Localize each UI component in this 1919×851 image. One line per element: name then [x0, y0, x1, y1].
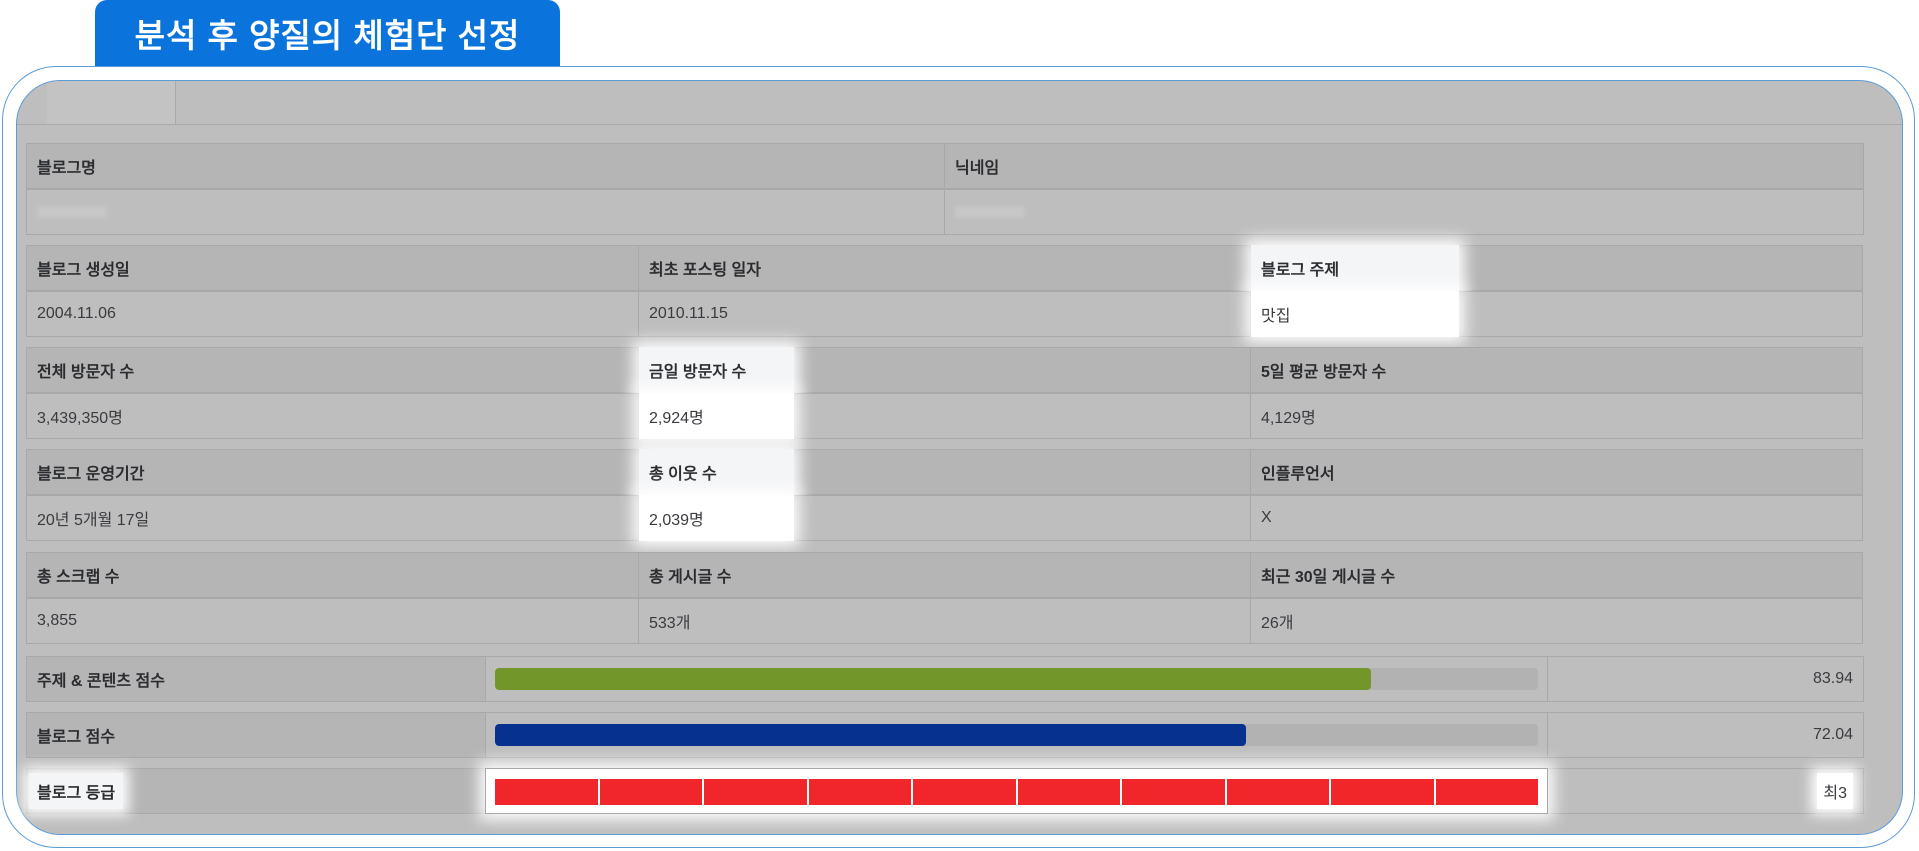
- grade-segment: [808, 779, 911, 805]
- stats-value-row: 3,439,350명 2,924명 4,129명: [26, 393, 1864, 439]
- stat-label: 총 게시글 수: [638, 552, 1251, 598]
- panel-tab[interactable]: [47, 81, 176, 124]
- stats-value-row: 2004.11.06 2010.11.15 맛집: [26, 291, 1864, 337]
- score-bar-cell: [485, 712, 1548, 758]
- blog-score-bar: [495, 724, 1246, 746]
- grade-segment: [1226, 779, 1329, 805]
- stat-label: 총 스크랩 수: [26, 552, 639, 598]
- grade-segment: [1122, 779, 1225, 805]
- stat-value-total-neighbors: 2,039명: [638, 495, 1251, 541]
- stat-value: X: [1250, 495, 1863, 541]
- stat-value: 3,855: [26, 598, 639, 644]
- grade-segments: [495, 779, 1538, 805]
- stats-value-row: 3,855 533개 26개: [26, 598, 1864, 644]
- grade-value-cell: 최3: [1547, 768, 1864, 814]
- stat-label: 인플루언서: [1250, 449, 1863, 495]
- grade-value: 최3: [1817, 773, 1853, 809]
- score-value: 83.94: [1547, 656, 1864, 702]
- stats-header-row: 블로그 생성일 최초 포스팅 일자 블로그 주제: [26, 245, 1864, 291]
- score-bar-track: [495, 724, 1538, 746]
- score-label: 주제 & 콘텐츠 점수: [26, 656, 486, 702]
- content-score-bar: [495, 668, 1372, 690]
- stat-value: 2010.11.15: [638, 291, 1251, 337]
- stat-value: 2004.11.06: [26, 291, 639, 337]
- stat-label: 전체 방문자 수: [26, 347, 639, 393]
- redacted-nickname: [955, 206, 1025, 218]
- stat-label: 5일 평균 방문자 수: [1250, 347, 1863, 393]
- score-bar-cell: [485, 656, 1548, 702]
- section-title: 분석 후 양질의 체험단 선정: [134, 17, 521, 54]
- blog-name-value: [26, 189, 945, 235]
- grade-segment: [1435, 779, 1538, 805]
- stat-label-total-neighbors: 총 이웃 수: [638, 449, 1251, 495]
- blog-name-header: 블로그명: [26, 143, 945, 189]
- panel-tab-strip: [17, 81, 1902, 125]
- grade-bar-cell: [485, 768, 1548, 814]
- stat-label: 블로그 생성일: [26, 245, 639, 291]
- stat-value: 26개: [1250, 598, 1863, 644]
- section-title-tab: 분석 후 양질의 체험단 선정: [95, 0, 560, 66]
- profile-value-row: [26, 189, 1864, 235]
- stat-value: 3,439,350명: [26, 393, 639, 439]
- nickname-value: [944, 189, 1864, 235]
- stats-header-row: 전체 방문자 수 금일 방문자 수 5일 평균 방문자 수: [26, 347, 1864, 393]
- stat-label-blog-topic: 블로그 주제: [1250, 245, 1863, 291]
- score-value: 72.04: [1547, 712, 1864, 758]
- profile-header-row: 블로그명 닉네임: [26, 143, 1864, 189]
- score-bar-track: [495, 668, 1538, 690]
- stat-label: 블로그 운영기간: [26, 449, 639, 495]
- grade-segment: [913, 779, 1016, 805]
- grade-label-cell: 블로그 등급: [26, 768, 486, 814]
- stats-header-row: 총 스크랩 수 총 게시글 수 최근 30일 게시글 수: [26, 552, 1864, 598]
- stat-label: 최근 30일 게시글 수: [1250, 552, 1863, 598]
- grade-label: 블로그 등급: [29, 773, 124, 809]
- grade-segment: [495, 779, 598, 805]
- stat-label-today-visitors: 금일 방문자 수: [638, 347, 1251, 393]
- score-label: 블로그 점수: [26, 712, 486, 758]
- stat-label: 최초 포스팅 일자: [638, 245, 1251, 291]
- redacted-blog-name: [37, 206, 107, 218]
- stat-value-today-visitors: 2,924명: [638, 393, 1251, 439]
- stats-value-row: 20년 5개월 17일 2,039명 X: [26, 495, 1864, 541]
- stat-value: 4,129명: [1250, 393, 1863, 439]
- grade-segment: [1331, 779, 1434, 805]
- grade-segment: [704, 779, 807, 805]
- stat-value: 533개: [638, 598, 1251, 644]
- stat-value-blog-topic: 맛집: [1250, 291, 1863, 337]
- stat-value: 20년 5개월 17일: [26, 495, 639, 541]
- grade-segment: [599, 779, 702, 805]
- stats-header-row: 블로그 운영기간 총 이웃 수 인플루언서: [26, 449, 1864, 495]
- nickname-header: 닉네임: [944, 143, 1864, 189]
- grade-segment: [1017, 779, 1120, 805]
